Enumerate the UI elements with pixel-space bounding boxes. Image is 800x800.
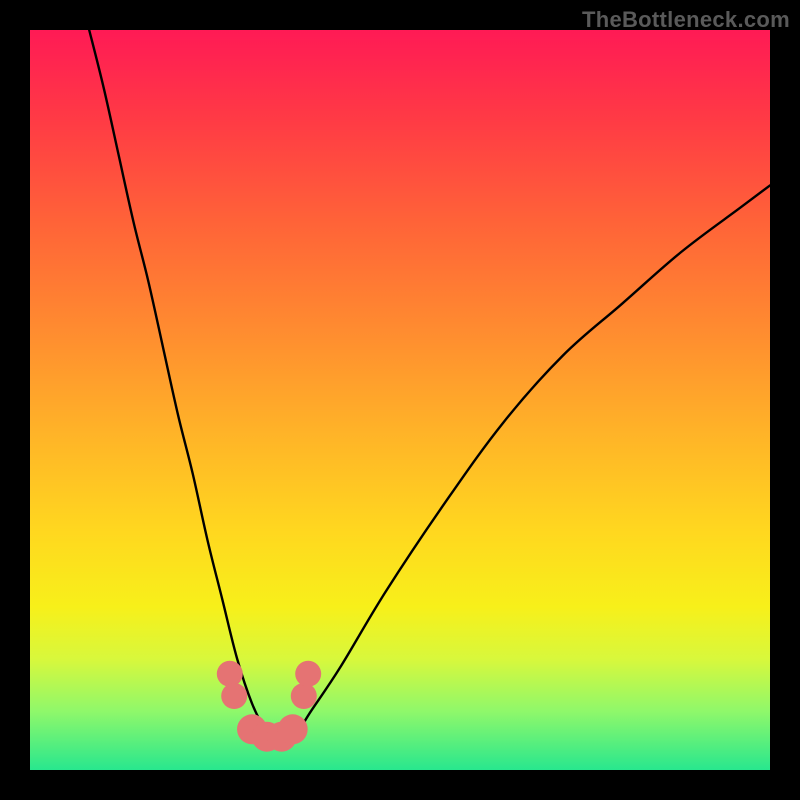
dip-marker-point [217,661,243,687]
plot-area [30,30,770,770]
dip-markers [217,661,321,752]
chart-svg [30,30,770,770]
dip-marker-point [295,661,321,687]
dip-marker-point [221,683,247,709]
dip-marker-point [278,714,308,744]
dip-marker-point [291,683,317,709]
watermark-text: TheBottleneck.com [582,7,790,33]
bottleneck-curve [89,30,770,741]
chart-frame: TheBottleneck.com [0,0,800,800]
